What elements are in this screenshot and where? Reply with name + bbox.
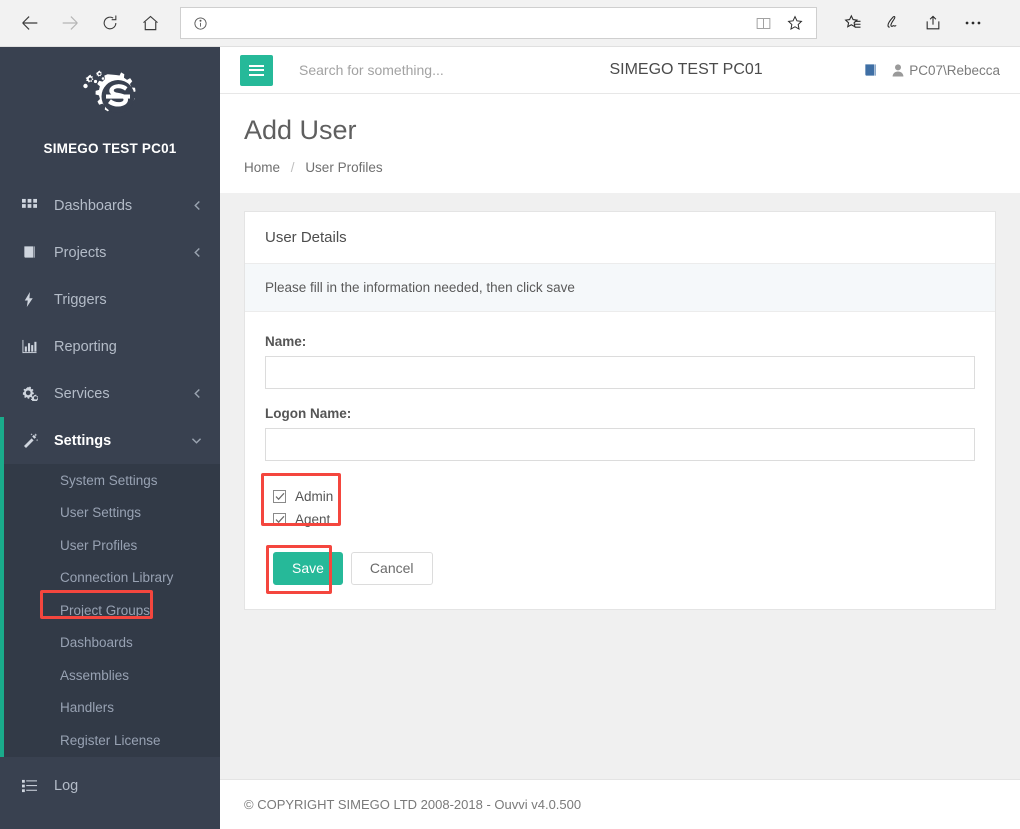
sidebar-subitem-label: Handlers [60,700,115,716]
sidebar-item-triggers[interactable]: Triggers [0,276,220,323]
sidebar-item-label: Dashboards [54,197,133,214]
bolt-icon [22,292,46,307]
list-icon [22,779,46,793]
simego-gear-logo-icon [0,69,220,131]
sidebar-item-log[interactable]: Log [0,763,220,810]
sidebar-subitem-user-settings[interactable]: User Settings [0,497,220,530]
help-book-icon[interactable] [863,63,878,78]
forward-icon[interactable] [50,3,90,43]
sidebar-subitem-connection-library[interactable]: Connection Library [0,562,220,595]
web-note-icon[interactable] [875,5,911,41]
sidebar-subitem-label: Register License [60,732,161,748]
form-group-name: Name: [265,334,975,389]
grid-icon [22,198,46,213]
favorites-hub-icon[interactable] [835,5,871,41]
name-input[interactable] [265,355,975,389]
sidebar-item-label: Settings [54,432,112,449]
share-icon[interactable] [915,5,951,41]
sidebar-subitem-handlers[interactable]: Handlers [0,692,220,725]
app-shell: SIMEGO TEST PC01 Dashboards Projects Tri… [0,47,1020,829]
back-icon[interactable] [10,3,50,43]
chevron-left-icon [193,200,202,211]
chevron-left-icon [193,388,202,399]
card-header: User Details [245,212,995,264]
sidebar-submenu-settings: System Settings User Settings User Profi… [0,464,220,757]
sidebar-item-services[interactable]: Services [0,370,220,417]
more-ellipsis-icon[interactable] [955,5,991,41]
card-note: Please fill in the information needed, t… [245,263,995,312]
form-actions: Save Cancel [266,544,975,594]
sidebar-subitem-dashboards[interactable]: Dashboards [0,627,220,660]
sidebar-brand: SIMEGO TEST PC01 [0,47,220,170]
admin-checkbox[interactable] [273,489,286,503]
refresh-icon[interactable] [90,3,130,43]
breadcrumb-separator: / [290,159,295,175]
agent-checkbox[interactable] [273,512,286,526]
content-area: User Details Please fill in the informat… [220,193,1020,761]
sidebar-item-reporting[interactable]: Reporting [0,323,220,370]
topbar: SIMEGO TEST PC01 PC07\Rebecca [220,47,1020,94]
cancel-button[interactable]: Cancel [350,551,433,586]
star-icon[interactable] [782,10,808,36]
page-title: Add User [244,115,357,145]
sidebar-subitem-assemblies[interactable]: Assemblies [0,659,220,692]
breadcrumb-current[interactable]: User Profiles [305,160,382,175]
sidebar-item-projects[interactable]: Projects [0,229,220,276]
chevron-down-icon [191,436,202,445]
sidebar-brand-title: SIMEGO TEST PC01 [43,141,177,156]
user-details-card: User Details Please fill in the informat… [244,210,996,611]
sidebar-subitem-register-license[interactable]: Register License [0,724,220,757]
name-label: Name: [265,333,307,349]
main-area: SIMEGO TEST PC01 PC07\Rebecca [220,47,1020,829]
sidebar-item-label: Reporting [54,338,117,355]
card-body: Name: Logon Name: Admin Agent Save Cance… [245,312,995,609]
sidebar: SIMEGO TEST PC01 Dashboards Projects Tri… [0,47,220,829]
sidebar-nav: Dashboards Projects Triggers Reporting S… [0,182,220,810]
sidebar-item-dashboards[interactable]: Dashboards [0,182,220,229]
breadcrumb-home[interactable]: Home [244,160,280,175]
sidebar-subitem-label: User Profiles [60,537,138,553]
user-icon [892,63,904,77]
breadcrumb: Home / User Profiles [244,160,996,175]
sidebar-item-label: Projects [54,244,107,261]
admin-checkbox-label: Admin [295,488,334,504]
sidebar-subitem-project-groups[interactable]: Project Groups [0,594,220,627]
reading-view-icon[interactable] [750,10,776,36]
logon-name-label: Logon Name: [265,405,352,421]
sidebar-subitem-label: Dashboards [60,635,133,651]
agent-checkbox-label: Agent [295,511,331,527]
bar-chart-icon [22,339,46,354]
checkbox-row-agent[interactable]: Agent [273,509,333,530]
home-icon[interactable] [130,3,170,43]
magic-wand-icon [22,432,46,449]
username-label: PC07\Rebecca [909,62,1000,78]
info-icon [187,16,213,31]
role-checkbox-group: Admin Agent [261,472,361,538]
sidebar-item-settings[interactable]: Settings [0,417,220,464]
page-header: Add User Home / User Profiles [220,94,1020,193]
book-icon [22,245,46,260]
sidebar-item-label: Services [54,385,110,402]
sidebar-subitem-user-profiles[interactable]: User Profiles [0,529,220,562]
sidebar-item-label: Triggers [54,291,107,308]
footer: © COPYRIGHT SIMEGO LTD 2008-2018 - Ouvvi… [220,779,1020,829]
sidebar-item-label: Log [54,778,79,794]
logon-name-input[interactable] [265,427,975,461]
hamburger-icon[interactable] [240,54,273,86]
save-button[interactable]: Save [273,551,343,586]
user-menu[interactable]: PC07\Rebecca [892,63,1000,78]
gears-icon [22,386,46,401]
topbar-title: SIMEGO TEST PC01 [609,61,763,78]
sidebar-subitem-label: Assemblies [60,667,130,683]
form-group-logon-name: Logon Name: [265,406,975,461]
sidebar-subitem-system-settings[interactable]: System Settings [0,464,220,497]
sidebar-subitem-label: User Settings [60,505,142,521]
address-bar[interactable] [180,7,817,39]
checkbox-row-admin[interactable]: Admin [273,486,333,507]
browser-toolbar [0,0,1020,47]
sidebar-subitem-label: Project Groups [60,602,151,618]
chevron-left-icon [193,247,202,258]
sidebar-subitem-label: Connection Library [60,570,174,586]
sidebar-subitem-label: System Settings [60,472,158,488]
